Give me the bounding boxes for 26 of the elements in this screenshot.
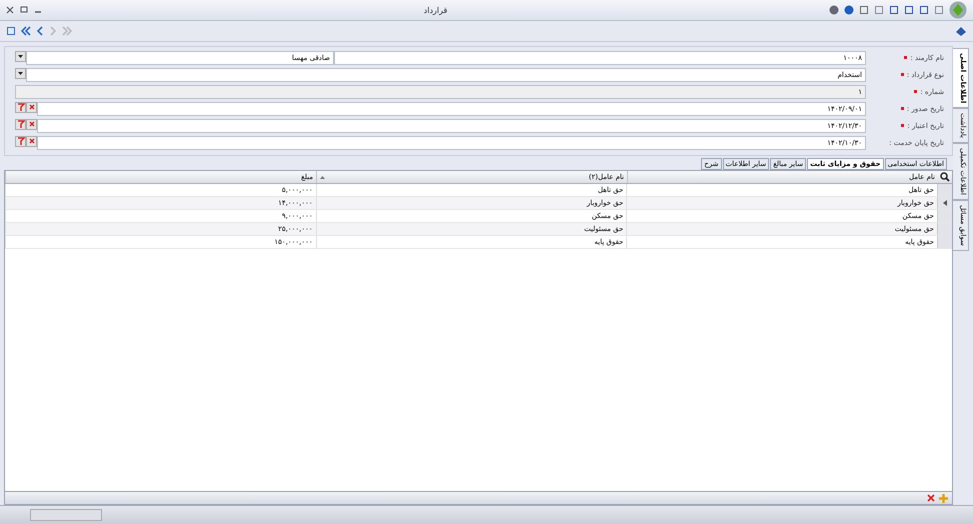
close-icon <box>28 104 34 110</box>
dropdown-button[interactable] <box>15 50 26 62</box>
row-indicator[interactable] <box>937 197 952 209</box>
close-icon[interactable] <box>6 6 14 14</box>
caret-icon <box>18 54 23 58</box>
calendar-button[interactable] <box>15 102 26 112</box>
clear-button[interactable] <box>26 136 37 146</box>
clear-button[interactable] <box>26 118 37 130</box>
caret-icon <box>18 72 23 74</box>
calendar-button[interactable] <box>15 136 26 146</box>
search-icon[interactable] <box>940 172 950 182</box>
clear-button[interactable] <box>26 102 37 112</box>
restore-icon[interactable] <box>19 6 29 14</box>
close-icon <box>28 121 34 127</box>
window-icon[interactable] <box>6 26 16 36</box>
dropdown-button[interactable] <box>15 68 26 78</box>
app-logo-icon[interactable] <box>948 1 967 19</box>
window-title: قرارداد <box>424 6 448 14</box>
close-icon <box>28 138 34 144</box>
sort-icon <box>320 176 325 178</box>
previous-icon[interactable] <box>36 26 44 36</box>
calendar-button[interactable] <box>15 118 26 130</box>
status-pane <box>30 509 102 521</box>
delete-icon[interactable] <box>927 494 935 502</box>
first-icon[interactable] <box>21 26 31 36</box>
current-row-icon <box>943 200 947 206</box>
